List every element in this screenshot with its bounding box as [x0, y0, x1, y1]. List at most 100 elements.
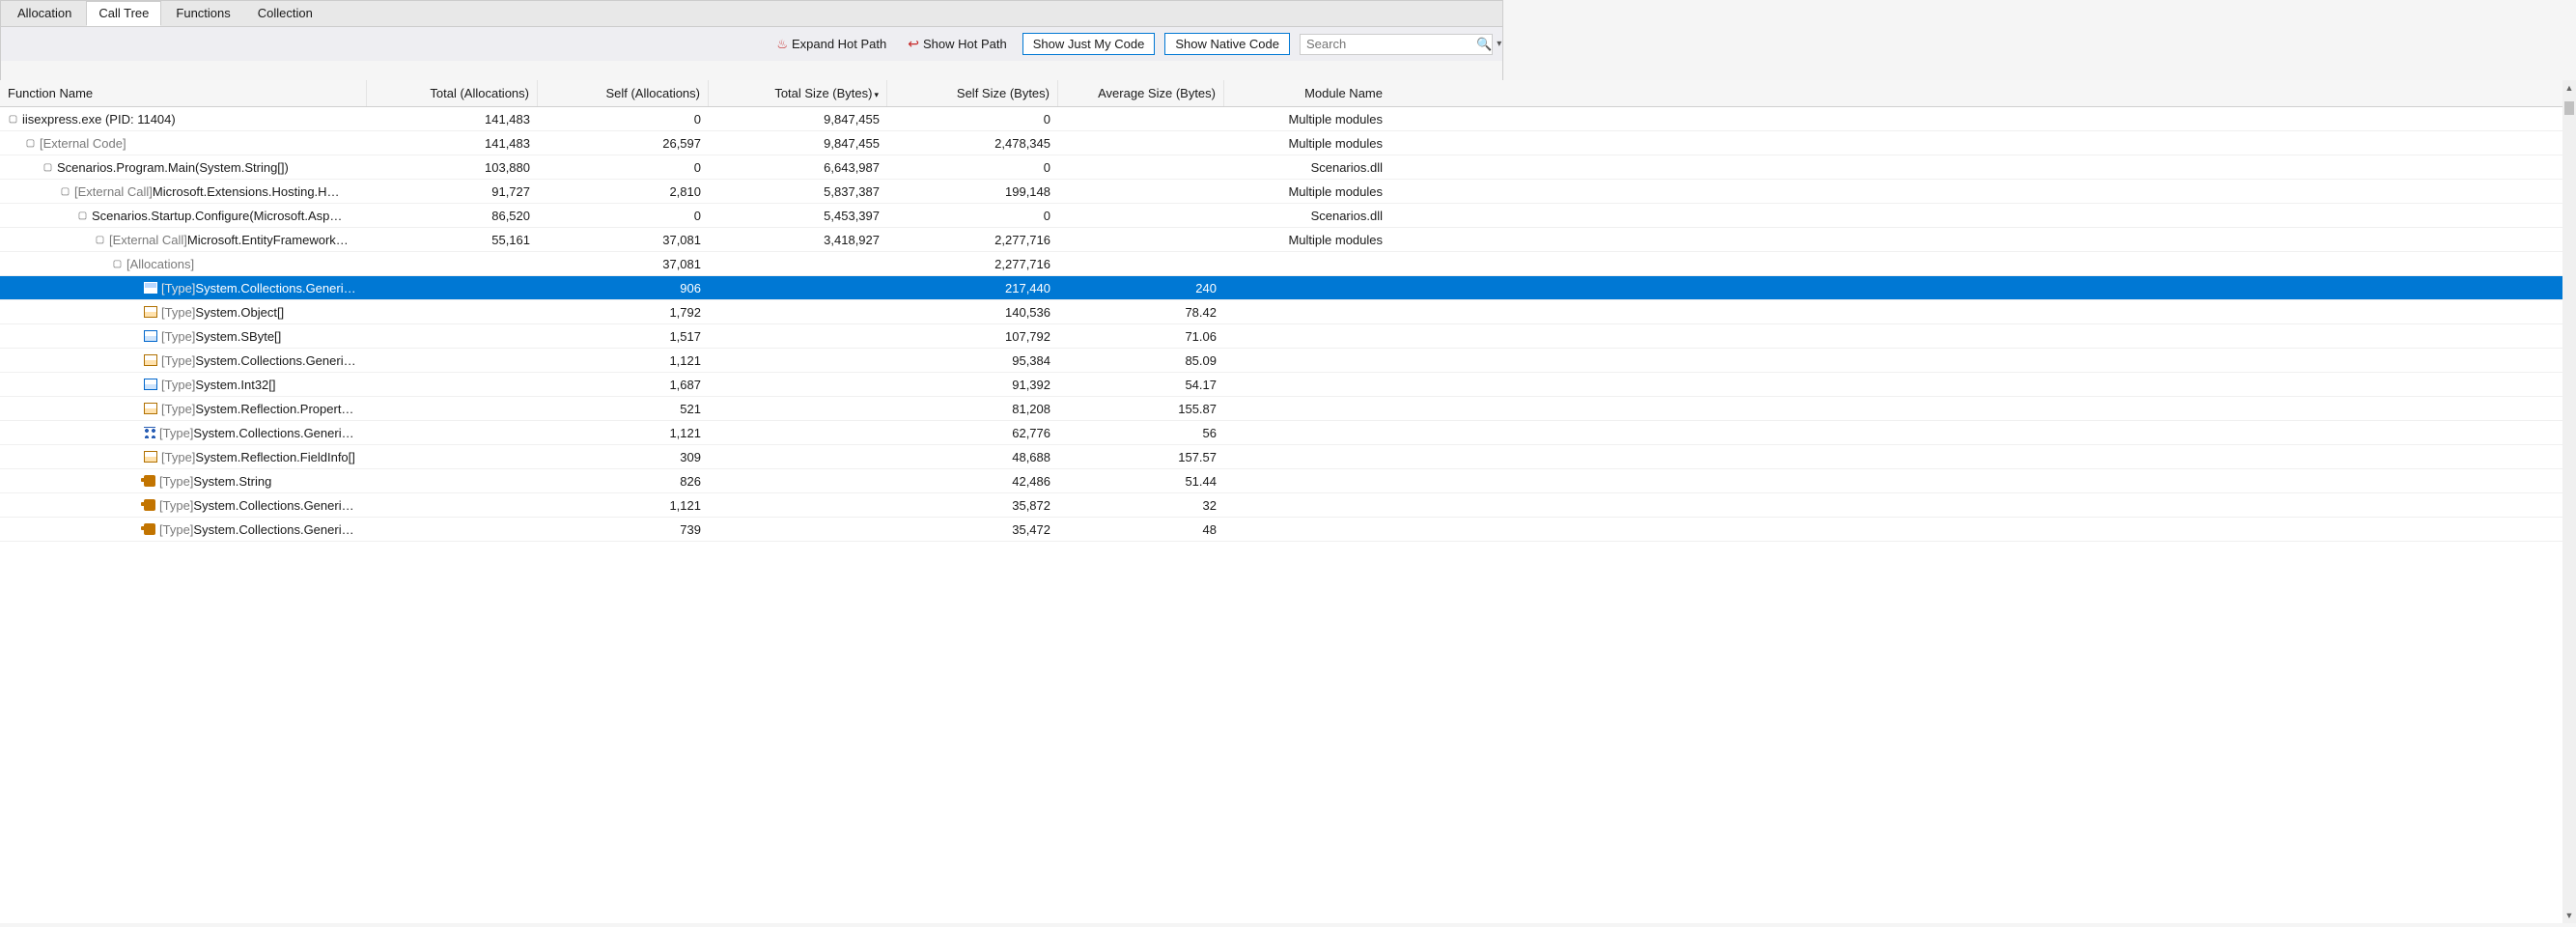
function-name-cell[interactable]: [Type] System.Collections.Generi… — [0, 353, 367, 368]
type-icon — [144, 475, 155, 487]
self-cell: 309 — [538, 450, 709, 464]
function-name-cell[interactable]: ▢iisexpress.exe (PID: 11404) — [0, 112, 367, 126]
tab-call-tree[interactable]: Call Tree — [86, 1, 161, 26]
function-name-text: System.Collections.Generi… — [195, 281, 355, 295]
tree-row[interactable]: [Type] System.Reflection.Propert… 521 81,2… — [0, 397, 2562, 421]
tree-row[interactable]: ▢[External Call] Microsoft.EntityFramewo… — [0, 228, 2562, 252]
tab-strip: AllocationCall TreeFunctionsCollection — [1, 1, 1502, 27]
function-name-cell[interactable]: [Type] System.Object[] — [0, 305, 367, 320]
total_size-cell: 5,453,397 — [709, 209, 887, 223]
expander-icon[interactable]: ▢ — [77, 211, 88, 221]
tree-row[interactable]: [Type] System.Collections.Generi…1,12162… — [0, 421, 2562, 445]
avg-cell: 157.57 — [1058, 450, 1224, 464]
tree-row[interactable]: ▢Scenarios.Startup.Configure(Microsoft.A… — [0, 204, 2562, 228]
vertical-scrollbar[interactable]: ▲ ▼ — [2562, 80, 2576, 923]
expander-icon[interactable]: ▢ — [60, 186, 70, 197]
column-header[interactable]: Average Size (Bytes) — [1058, 80, 1224, 106]
function-name-text: System.Collections.Generi… — [193, 426, 353, 440]
tree-row[interactable]: ▢[External Call] Microsoft.Extensions.Ho… — [0, 180, 2562, 204]
self-cell: 0 — [538, 112, 709, 126]
function-name-cell[interactable]: [Type] System.String — [0, 474, 367, 489]
expander-icon — [129, 428, 140, 438]
expander-icon[interactable]: ▢ — [25, 138, 36, 149]
module-cell: Multiple modules — [1224, 136, 1390, 151]
scrollbar-thumb[interactable] — [2564, 101, 2574, 115]
expander-icon[interactable]: ▢ — [42, 162, 53, 173]
function-name-cell[interactable]: ▢Scenarios.Startup.Configure(Microsoft.A… — [0, 209, 367, 223]
self-cell: 26,597 — [538, 136, 709, 151]
column-header[interactable]: Function Name — [0, 80, 367, 106]
function-name-cell[interactable]: ▢[External Call] Microsoft.Extensions.Ho… — [0, 184, 367, 199]
function-name-text: System.Collections.Generi… — [195, 353, 355, 368]
avg-cell: 51.44 — [1058, 474, 1224, 489]
name-prefix: [External Call] — [109, 233, 187, 247]
tree-row[interactable]: ▢Scenarios.Program.Main(System.String[])… — [0, 155, 2562, 180]
module-cell: Multiple modules — [1224, 184, 1390, 199]
show-hot-path-link[interactable]: ↩ Show Hot Path — [902, 34, 1012, 54]
tree-row[interactable]: [Type] System.SByte[]1,517107,79271.06 — [0, 324, 2562, 349]
tab-collection[interactable]: Collection — [245, 1, 325, 26]
function-name-cell[interactable]: [Type] System.Collections.Generi… — [0, 281, 367, 295]
tree-row[interactable]: ▢[Allocations]37,0812,277,716 — [0, 252, 2562, 276]
expander-icon[interactable]: ▢ — [95, 235, 105, 245]
expand-hot-path-link[interactable]: ♨ Expand Hot Path — [770, 35, 892, 54]
show-just-my-code-button[interactable]: Show Just My Code — [1022, 33, 1156, 55]
function-name-text: Microsoft.Extensions.Hosting.H… — [153, 184, 340, 199]
function-name-cell[interactable]: [Type] System.Reflection.Propert… — [0, 402, 367, 416]
tree-row[interactable]: [Type] System.Collections.Generi…1,12195… — [0, 349, 2562, 373]
search-box[interactable]: 🔍 ▾ — [1300, 34, 1493, 55]
function-name-cell[interactable]: [Type] System.Collections.Generi… — [0, 498, 367, 513]
tab-functions[interactable]: Functions — [163, 1, 242, 26]
function-name-cell[interactable]: [Type] System.Reflection.FieldInfo[] — [0, 450, 367, 464]
self_size-cell: 0 — [887, 112, 1058, 126]
column-header[interactable]: Self (Allocations) — [538, 80, 709, 106]
show-native-code-button[interactable]: Show Native Code — [1164, 33, 1290, 55]
function-name-cell[interactable]: [Type] System.Collections.Generi… — [0, 426, 367, 440]
name-prefix: [External Code] — [40, 136, 126, 151]
function-name-cell[interactable]: [Type] System.SByte[] — [0, 329, 367, 344]
function-name-cell[interactable]: ▢[Allocations] — [0, 257, 367, 271]
expander-icon[interactable]: ▢ — [112, 259, 123, 269]
tree-row[interactable]: [Type] System.Collections.Generi…73935,4… — [0, 518, 2562, 542]
tree-row[interactable]: [Type] System.String82642,48651.44 — [0, 469, 2562, 493]
function-name-cell[interactable]: [Type] System.Collections.Generi… — [0, 522, 367, 537]
column-header[interactable]: Total (Allocations) — [367, 80, 538, 106]
self-cell: 1,121 — [538, 426, 709, 440]
total_size-cell: 5,837,387 — [709, 184, 887, 199]
self_size-cell: 95,384 — [887, 353, 1058, 368]
tree-row[interactable]: ▢[External Code]141,48326,5979,847,4552,… — [0, 131, 2562, 155]
self-cell: 0 — [538, 160, 709, 175]
avg-cell: 56 — [1058, 426, 1224, 440]
function-name-cell[interactable]: ▢Scenarios.Program.Main(System.String[]) — [0, 160, 367, 175]
tree-row[interactable]: ▢iisexpress.exe (PID: 11404)141,48309,84… — [0, 107, 2562, 131]
hot-path-arrow-icon: ↩ — [908, 36, 919, 52]
tree-row[interactable]: [Type] System.Int32[]1,68791,39254.17 — [0, 373, 2562, 397]
column-header[interactable]: Module Name — [1224, 80, 1390, 106]
tab-allocation[interactable]: Allocation — [5, 1, 84, 26]
name-prefix: [Type] — [159, 474, 193, 489]
tree-row[interactable]: [Type] System.Reflection.FieldInfo[]3094… — [0, 445, 2562, 469]
function-name-cell[interactable]: ▢[External Call] Microsoft.EntityFramewo… — [0, 233, 367, 247]
tree-row[interactable]: [Type] System.Collections.Generi…1,12135… — [0, 493, 2562, 518]
expander-icon[interactable]: ▢ — [8, 114, 18, 125]
self-cell: 521 — [538, 402, 709, 416]
function-name-cell[interactable]: [Type] System.Int32[] — [0, 378, 367, 392]
scroll-up-icon[interactable]: ▲ — [2562, 80, 2576, 96]
self_size-cell: 2,277,716 — [887, 233, 1058, 247]
scroll-down-icon[interactable]: ▼ — [2562, 908, 2576, 923]
tree-row[interactable]: [Type] System.Collections.Generi…906217,… — [0, 276, 2562, 300]
self_size-cell: 81,208 — [887, 402, 1058, 416]
search-icon[interactable]: 🔍 — [1476, 37, 1492, 52]
tree-row[interactable]: [Type] System.Object[]1,792140,53678.42 — [0, 300, 2562, 324]
self-cell: 37,081 — [538, 257, 709, 271]
column-header[interactable]: Self Size (Bytes) — [887, 80, 1058, 106]
search-dropdown-icon[interactable]: ▾ — [1492, 39, 1501, 49]
type-icon — [144, 306, 157, 318]
name-prefix: [Type] — [159, 426, 193, 440]
function-name-text: System.String — [193, 474, 271, 489]
total_size-cell: 9,847,455 — [709, 112, 887, 126]
column-header[interactable]: Total Size (Bytes)▾ — [709, 80, 887, 106]
search-input[interactable] — [1306, 37, 1476, 51]
function-name-cell[interactable]: ▢ [External Code] — [0, 136, 367, 151]
total_size-cell: 6,643,987 — [709, 160, 887, 175]
